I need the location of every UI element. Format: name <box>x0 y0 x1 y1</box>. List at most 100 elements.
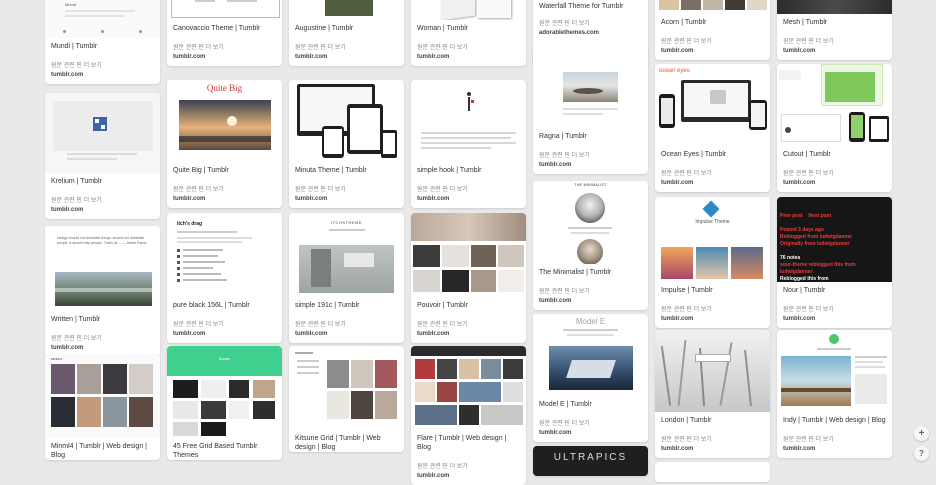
pin-card[interactable]: Krelium | Tumblr 원문 관련 핀 더 보기 tumblr.com <box>45 93 160 219</box>
pin-domain[interactable]: tumblr.com <box>167 52 282 66</box>
pin-title[interactable]: Augustine | Tumblr <box>289 20 404 33</box>
pin-card[interactable]: Prev post Next post Posted 3 days ago Re… <box>777 197 892 328</box>
pin-domain-text[interactable]: adorablethemes.com <box>539 30 599 36</box>
pin-card[interactable]: itch's drag pure black 156L | Tumblr 원문 … <box>167 213 282 343</box>
pin-domain[interactable]: tumblr.com <box>411 52 526 66</box>
pin-domain[interactable]: tumblr.com <box>411 194 526 208</box>
pin-card[interactable]: Flare | Tumblr | Web design | Blog 원문 관련… <box>411 346 526 485</box>
pin-thumbnail[interactable] <box>289 0 404 20</box>
pin-thumbnail[interactable]: Model E <box>533 314 648 396</box>
pin-more-link[interactable]: 원문 관련 핀 더 보기 <box>533 285 648 296</box>
pin-domain[interactable]: tumblr.com <box>167 194 282 208</box>
pin-card[interactable]: Mesh | Tumblr 원문 관련 핀 더 보기 tumblr.com <box>777 0 892 60</box>
pin-card[interactable]: Boxes 45 Free Grid Based Tumblr Themes <box>167 346 282 460</box>
pin-card[interactable]: Kitsune Grid | Tumblr | Web design | Blo… <box>289 346 404 452</box>
pin-more-link[interactable]: 원문 관련 핀 더 보기 <box>411 183 526 194</box>
pin-thumbnail[interactable]: ITCHSTHEME <box>289 213 404 297</box>
pin-more-link[interactable]: 원문 관련 핀 더 보기 <box>655 433 770 444</box>
pin-more-link[interactable]: 원문 관련 핀 더 보기 <box>533 417 648 428</box>
pin-more-link[interactable]: 원문 관련 핀 더 보기 <box>167 41 282 52</box>
pin-title[interactable]: Pouvoir | Tumblr <box>411 297 526 310</box>
pin-card[interactable]: Design should not dominate things, shoul… <box>45 226 160 357</box>
pin-more-link[interactable]: 원문 관련 핀 더 보기 <box>533 149 648 160</box>
pin-title[interactable]: Quite Big | Tumblr <box>167 162 282 175</box>
pin-domain[interactable]: tumblr.com <box>777 46 892 60</box>
pin-card[interactable]: Pouvoir | Tumblr 원문 관련 핀 더 보기 tumblr.com <box>411 213 526 343</box>
pin-title[interactable]: Cutout | Tumblr <box>777 146 892 159</box>
pin-card[interactable]: ocean eyes Ocean Eyes | Tumblr 원문 관련 핀 더… <box>655 64 770 192</box>
pin-card[interactable]: Impulse Theme Impulse | Tumblr 원문 관련 핀 더… <box>655 197 770 328</box>
pin-thumbnail[interactable]: Mundi <box>45 0 160 38</box>
pin-thumbnail[interactable]: Design should not dominate things, shoul… <box>45 226 160 311</box>
pin-more-link[interactable]: 원문 관련 핀 더 보기 <box>533 17 648 28</box>
pin-card[interactable]: Ragna | Tumblr 원문 관련 핀 더 보기 tumblr.com <box>533 48 648 174</box>
pin-domain[interactable]: tumblr.com <box>777 444 892 458</box>
pin-domain[interactable]: tumblr.com <box>655 46 770 60</box>
pin-domain[interactable]: tumblr.com <box>533 296 648 310</box>
pin-title[interactable]: Woman | Tumblr <box>411 20 526 33</box>
pin-thumbnail[interactable] <box>777 64 892 146</box>
pin-more-link[interactable]: 원문 관련 핀 더 보기 <box>411 318 526 329</box>
pin-thumbnail[interactable] <box>533 48 648 128</box>
pin-thumbnail[interactable] <box>777 330 892 412</box>
pin-title[interactable]: simple 191c | Tumblr <box>289 297 404 310</box>
pin-card[interactable]: London | Tumblr 원문 관련 핀 더 보기 tumblr.com <box>655 330 770 458</box>
pin-domain[interactable]: tumblr.com <box>655 444 770 458</box>
pin-thumbnail[interactable]: itch's drag <box>167 213 282 297</box>
pin-more-link[interactable]: 원문 관련 핀 더 보기 <box>167 318 282 329</box>
pin-more-link[interactable]: 원문 관련 핀 더 보기 <box>777 433 892 444</box>
pin-title[interactable]: Model E | Tumblr <box>533 396 648 409</box>
pin-title[interactable]: Krelium | Tumblr <box>45 173 160 186</box>
pin-title[interactable]: Acorn | Tumblr <box>655 14 770 27</box>
help-button[interactable]: ? <box>914 446 929 461</box>
pin-card[interactable]: THE MINIMALIST The Minimalist | Tumblr 원… <box>533 181 648 310</box>
pin-title[interactable]: Written | Tumblr <box>45 311 160 324</box>
pin-domain[interactable]: tumblr.com <box>655 178 770 192</box>
pin-thumbnail[interactable]: ULTRAPICS <box>533 446 648 476</box>
pin-more-link[interactable]: 원문 관련 핀 더 보기 <box>289 318 404 329</box>
add-pin-button[interactable]: + <box>914 426 929 441</box>
pin-card[interactable]: Woman | Tumblr 원문 관련 핀 더 보기 tumblr.com <box>411 0 526 66</box>
pin-more-link[interactable]: 원문 관련 핀 더 보기 <box>289 183 404 194</box>
pin-card[interactable]: Mundi Mundi | Tumblr 원문 관련 핀 더 보기 tumblr… <box>45 0 160 84</box>
pin-card[interactable]: Augustine | Tumblr 원문 관련 핀 더 보기 tumblr.c… <box>289 0 404 66</box>
pin-domain[interactable]: tumblr.com <box>411 471 526 485</box>
pin-title[interactable]: Mundi | Tumblr <box>45 38 160 51</box>
pin-more-link[interactable]: 원문 관련 핀 더 보기 <box>167 183 282 194</box>
pin-thumbnail[interactable]: Quite Big <box>167 80 282 162</box>
pin-more-link[interactable]: 원문 관련 핀 더 보기 <box>45 59 160 70</box>
pin-thumbnail[interactable] <box>411 213 526 297</box>
pin-title[interactable]: Ragna | Tumblr <box>533 128 648 141</box>
pin-domain[interactable]: tumblr.com <box>777 178 892 192</box>
pin-more-link[interactable]: 원문 관련 핀 더 보기 <box>289 41 404 52</box>
pin-more-link[interactable]: 원문 관련 핀 더 보기 <box>655 303 770 314</box>
pin-more-link[interactable]: 원문 관련 핀 더 보기 <box>45 194 160 205</box>
pin-domain[interactable]: tumblr.com <box>289 329 404 343</box>
pin-more-link[interactable]: 원문 관련 핀 더 보기 <box>411 460 526 471</box>
pin-title[interactable]: 45 Free Grid Based Tumblr Themes <box>167 438 282 460</box>
pin-thumbnail[interactable]: Prev post Next post Posted 3 days ago Re… <box>777 197 892 282</box>
pin-title[interactable]: Flare | Tumblr | Web design | Blog <box>411 430 526 452</box>
pin-title[interactable]: Indy | Tumblr | Web design | Blog <box>777 412 892 425</box>
pin-title[interactable]: Minml4 | Tumblr | Web design | Blog <box>45 438 160 460</box>
pin-thumbnail[interactable] <box>411 80 526 162</box>
pin-card[interactable]: ULTRAPICS <box>533 446 648 476</box>
pin-thumbnail[interactable] <box>411 346 526 430</box>
pin-title[interactable]: Mesh | Tumblr <box>777 14 892 27</box>
pin-thumbnail[interactable] <box>655 330 770 412</box>
pin-thumbnail[interactable] <box>777 0 892 14</box>
pin-title[interactable]: Minuta Theme | Tumblr <box>289 162 404 175</box>
pin-domain[interactable]: tumblr.com <box>533 428 648 442</box>
pin-title[interactable]: London | Tumblr <box>655 412 770 425</box>
pin-thumbnail[interactable] <box>167 0 282 20</box>
pin-card[interactable]: Cutout | Tumblr 원문 관련 핀 더 보기 tumblr.com <box>777 64 892 192</box>
pin-domain[interactable]: tumblr.com <box>777 314 892 328</box>
pin-more-link[interactable]: 원문 관련 핀 더 보기 <box>777 167 892 178</box>
pin-card[interactable] <box>655 462 770 482</box>
pin-thumbnail[interactable] <box>45 93 160 173</box>
pin-more-link[interactable]: 원문 관련 핀 더 보기 <box>45 332 160 343</box>
pin-thumbnail[interactable]: ocean eyes <box>655 64 770 146</box>
pin-thumbnail[interactable]: Boxes <box>167 346 282 438</box>
pin-more-link[interactable]: 원문 관련 핀 더 보기 <box>411 41 526 52</box>
pin-more-link[interactable]: 원문 관련 핀 더 보기 <box>655 167 770 178</box>
